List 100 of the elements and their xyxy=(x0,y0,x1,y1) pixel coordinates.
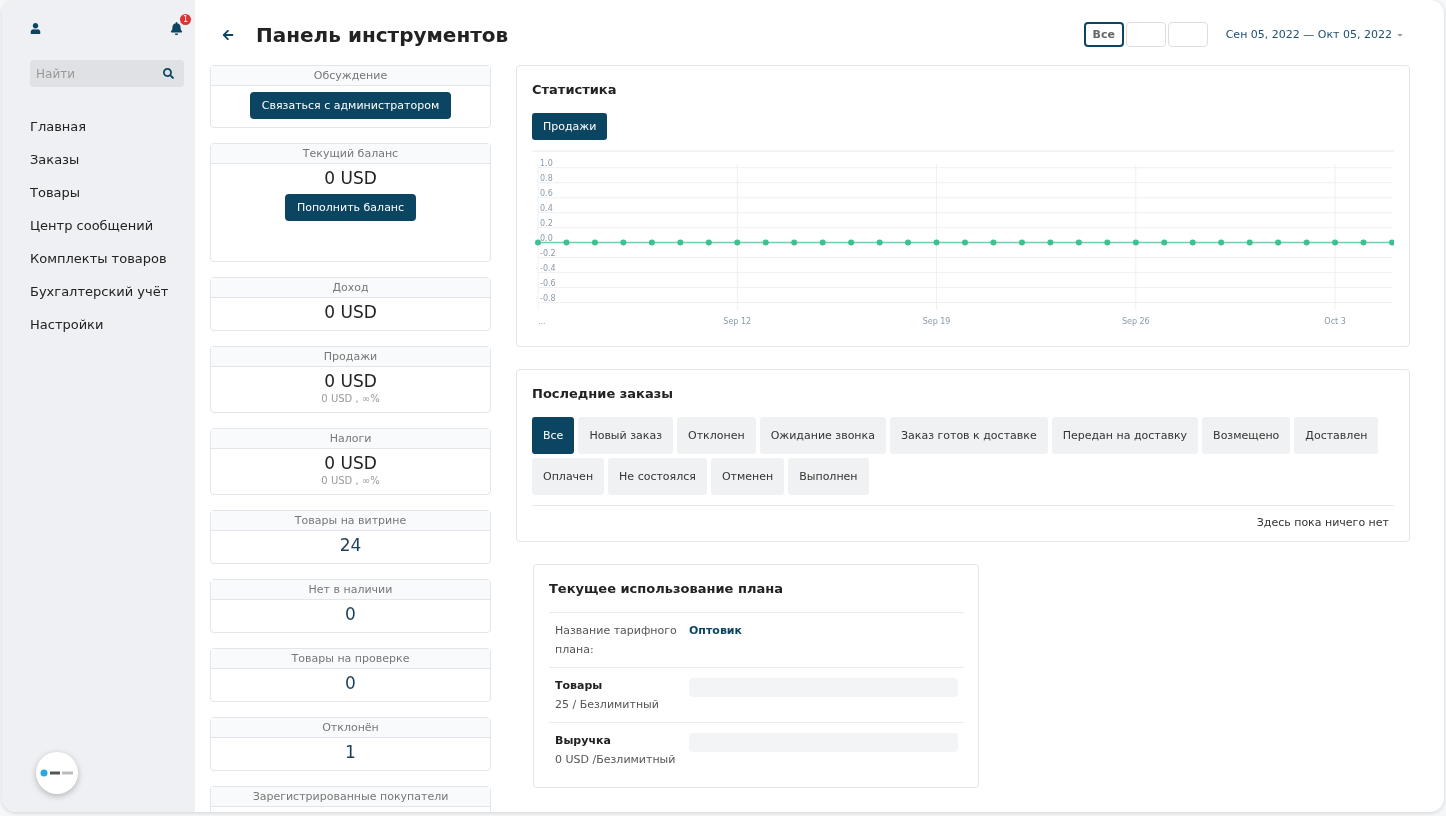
contact-admin-button[interactable]: Связаться с администратором xyxy=(249,92,452,119)
card-value: 0 xyxy=(345,604,356,624)
chart-point xyxy=(1246,239,1253,246)
chart-point xyxy=(1047,239,1054,246)
axis-label: -0.2 xyxy=(540,248,556,258)
limit-label: Товары xyxy=(555,678,604,694)
axis-label: 1.0 xyxy=(540,158,553,168)
card-subvalue: 0 USD , ∞% xyxy=(321,393,380,404)
chart-point xyxy=(990,239,997,246)
nav-link[interactable]: Центр сообщений xyxy=(30,210,184,241)
chart-point xyxy=(933,239,940,246)
user-icon[interactable] xyxy=(30,22,41,34)
chart-point xyxy=(1075,239,1082,246)
top-up-button[interactable]: Пополнить баланс xyxy=(284,194,417,221)
date-range-picker[interactable]: Сен 05, 2022 — Окт 05, 2022 xyxy=(1225,28,1404,41)
plan-label: Название тарифного плана: xyxy=(555,623,678,658)
nav-link[interactable]: Бухгалтерский учёт xyxy=(30,276,184,307)
axis-label: Sep 26 xyxy=(1121,317,1150,326)
search-icon[interactable] xyxy=(163,68,174,79)
limit-label: Выручка xyxy=(555,733,612,749)
nav-link[interactable]: Заказы xyxy=(30,144,184,175)
chart-point xyxy=(535,239,541,246)
card-value: 24 xyxy=(339,535,362,555)
card-value: 0 USD xyxy=(324,168,377,188)
status-filter-tab[interactable]: Выполнен xyxy=(788,458,869,495)
chart-point xyxy=(1189,239,1196,246)
card-value: 0 xyxy=(345,673,356,693)
chart-point xyxy=(905,239,912,246)
chart-point xyxy=(762,239,769,246)
axis-label: Oct 3 xyxy=(1324,317,1346,326)
chart-tab[interactable]: Продажи xyxy=(532,113,608,140)
back-arrow-icon[interactable] xyxy=(222,28,234,41)
card-title: Нет в наличии xyxy=(211,580,490,600)
chart-point xyxy=(1389,239,1394,246)
axis-label: 0.2 xyxy=(540,218,553,228)
chart-point xyxy=(1360,239,1367,246)
chart-point xyxy=(705,239,712,246)
logo-badge[interactable] xyxy=(36,752,78,794)
status-filter-tab[interactable]: Все xyxy=(532,417,575,454)
chart-point xyxy=(1161,239,1168,246)
status-filter-tab[interactable]: Заказ готов к доставке xyxy=(889,417,1048,454)
chart-point xyxy=(1275,239,1282,246)
chart-point xyxy=(848,239,855,246)
chart-point xyxy=(591,239,598,246)
empty-message: Здесь пока ничего нет xyxy=(1255,515,1390,529)
panel-title: Текущее использование плана xyxy=(549,581,784,596)
status-filter-tab[interactable]: Доставлен xyxy=(1294,417,1379,454)
card-value: 1 xyxy=(345,742,356,762)
card-value: 0 USD xyxy=(324,453,377,473)
card-value: 0 USD xyxy=(324,371,377,391)
card-value: 0 USD xyxy=(324,302,377,322)
card-title: Товары на витрине xyxy=(211,511,490,531)
chart-point xyxy=(1104,239,1111,246)
chart-point xyxy=(1303,239,1310,246)
panel-title: Статистика xyxy=(532,82,618,97)
bell-icon[interactable] xyxy=(170,22,183,35)
status-filter-tab[interactable]: Отменен xyxy=(710,458,785,495)
nav-link[interactable]: Главная xyxy=(30,111,184,142)
chart-point xyxy=(1132,239,1139,246)
nav-link[interactable]: Комплекты товаров xyxy=(30,243,184,274)
nav-link[interactable]: Настройки xyxy=(30,309,184,340)
status-filter-tab[interactable]: Отклонен xyxy=(677,417,756,454)
limit-usage: 0 USD /Безлимитный xyxy=(555,752,677,768)
card-subvalue: 0 USD , ∞% xyxy=(321,475,380,486)
axis-label: 0.8 xyxy=(540,173,553,183)
chart-point xyxy=(620,239,627,246)
plan-name: Оптовик xyxy=(689,623,743,639)
status-filter-tab[interactable]: Не состоялся xyxy=(608,458,707,495)
status-filter-tab[interactable]: Новый заказ xyxy=(578,417,673,454)
axis-label: ... xyxy=(538,317,546,326)
axis-label: -0.4 xyxy=(540,263,556,273)
axis-label: 0.0 xyxy=(540,233,553,243)
status-filter-tab[interactable]: Ожидание звонка xyxy=(759,417,886,454)
page-title: Панель инструментов xyxy=(256,22,510,47)
card-title: Текущий баланс xyxy=(211,144,490,164)
chart-point xyxy=(734,239,741,246)
card-title: Отклонён xyxy=(211,718,490,738)
card-title: Налоги xyxy=(211,429,490,449)
search-field[interactable]: Найти xyxy=(30,60,184,87)
chart-point xyxy=(677,239,684,246)
period-button[interactable]: Все xyxy=(1083,22,1124,47)
nav-link[interactable]: Товары xyxy=(30,177,184,208)
axis-label: Sep 12 xyxy=(723,317,752,326)
notification-badge: 1 xyxy=(180,14,191,25)
panel-title: Последние заказы xyxy=(532,386,675,401)
status-filter-tab[interactable]: Оплачен xyxy=(532,458,605,495)
chart-point xyxy=(563,239,570,246)
card-title: Продажи xyxy=(211,347,490,367)
limit-usage: 25 / Безлимитный xyxy=(555,697,660,713)
chart-point xyxy=(962,239,968,246)
chart-point xyxy=(1218,239,1225,246)
status-filter-tab[interactable]: Возмещено xyxy=(1202,417,1291,454)
axis-label: 0.4 xyxy=(540,203,553,213)
chart-point xyxy=(648,239,655,246)
axis-label: 0.6 xyxy=(540,188,553,198)
chart-point xyxy=(1018,239,1025,246)
status-filter-tab[interactable]: Передан на доставку xyxy=(1051,417,1199,454)
axis-label: -0.6 xyxy=(540,278,556,288)
chart-point xyxy=(819,239,826,246)
axis-label: -0.8 xyxy=(540,293,556,303)
